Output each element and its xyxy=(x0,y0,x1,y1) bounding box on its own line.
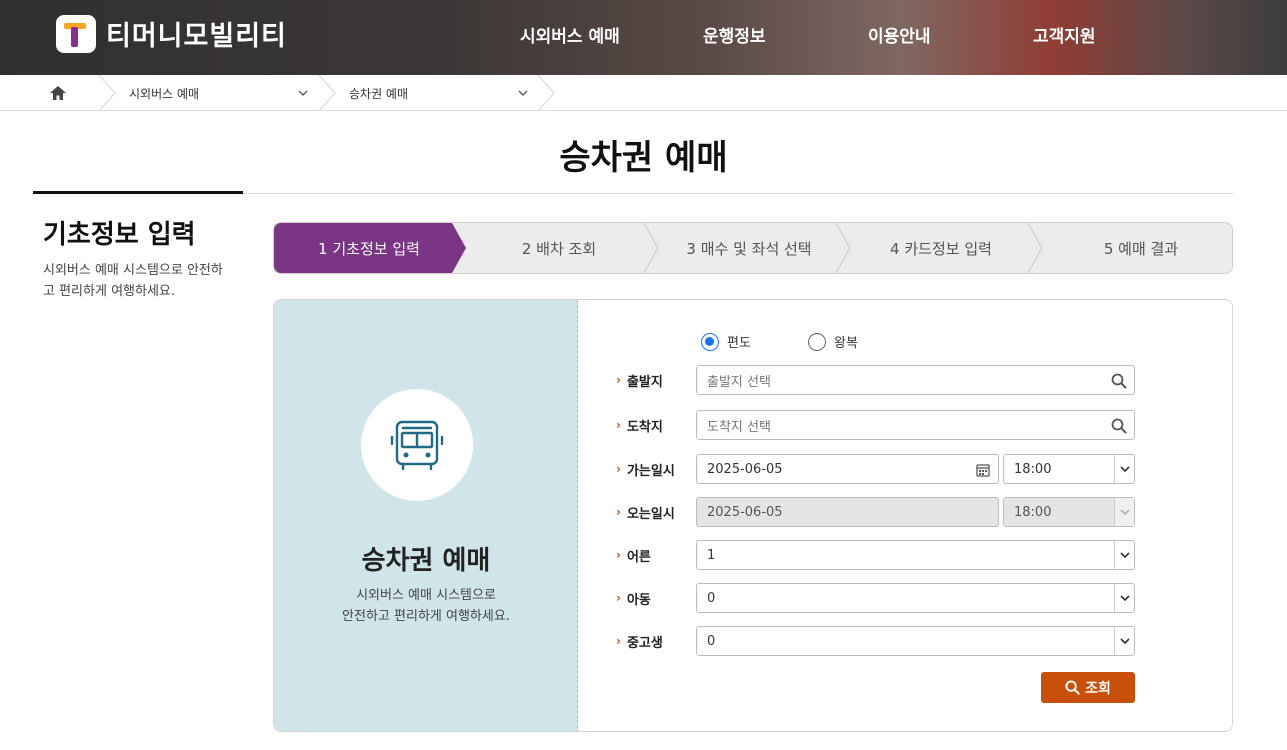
breadcrumb: 시외버스 예매 승차권 예매 xyxy=(0,75,1287,111)
site-header: 티머니모빌리티 시외버스 예매 운행정보 이용안내 고객지원 xyxy=(0,0,1287,75)
breadcrumb-label: 시외버스 예매 xyxy=(129,85,199,102)
radio-label: 왕복 xyxy=(834,332,858,351)
breadcrumb-item-intercity-bus[interactable]: 시외버스 예매 xyxy=(129,75,199,111)
search-icon[interactable] xyxy=(1111,418,1127,434)
chevron-down-icon[interactable] xyxy=(1114,627,1134,655)
chevron-down-icon xyxy=(1114,498,1134,526)
child-label: › 아동 xyxy=(616,583,651,613)
nav-operation-info[interactable]: 운행정보 xyxy=(703,22,766,47)
trip-type-one-way[interactable]: 편도 xyxy=(701,332,751,351)
arrow-right-icon: › xyxy=(616,373,621,387)
child-count-select[interactable]: 0 xyxy=(696,583,1135,613)
radio-one-way[interactable] xyxy=(701,333,719,351)
panel-description-line-2: 안전하고 편리하게 여행하세요. xyxy=(274,606,578,627)
chevron-down-icon[interactable] xyxy=(297,87,309,99)
title-divider-accent xyxy=(33,191,243,194)
return-date-input: 2025-06-05 xyxy=(696,497,999,527)
go-date-input[interactable]: 2025-06-05 xyxy=(696,454,999,484)
trip-type-round-trip[interactable]: 왕복 xyxy=(808,332,858,351)
breadcrumb-label: 승차권 예매 xyxy=(349,85,408,102)
go-date-label: › 가는일시 xyxy=(616,454,675,484)
step-booking-result: 5 예매 결과 xyxy=(1046,223,1233,273)
nav-customer-support[interactable]: 고객지원 xyxy=(1033,22,1096,47)
radio-label: 편도 xyxy=(727,332,751,351)
departure-input[interactable]: 출발지 선택 xyxy=(696,365,1135,395)
chevron-down-icon[interactable] xyxy=(517,87,529,99)
search-icon[interactable] xyxy=(1111,373,1127,389)
breadcrumb-item-ticket-booking[interactable]: 승차권 예매 xyxy=(349,75,408,111)
booking-form-panel: 승차권 예매 시외버스 예매 시스템으로 안전하고 편리하게 여행하세요. 편도… xyxy=(273,299,1233,732)
arrow-right-icon: › xyxy=(616,634,621,648)
breadcrumb-separator-icon xyxy=(318,75,336,111)
arrival-input[interactable]: 도착지 선택 xyxy=(696,410,1135,440)
return-date-label: › 오는일시 xyxy=(616,497,675,527)
nav-usage-guide[interactable]: 이용안내 xyxy=(868,22,931,47)
arrow-right-icon: › xyxy=(616,548,621,562)
step-seat-selection: 3 매수 및 좌석 선택 xyxy=(654,223,844,273)
arrow-right-icon: › xyxy=(616,418,621,432)
section-description: 시외버스 예매 시스템으로 안전하고 편리하게 여행하세요. xyxy=(43,260,233,302)
chevron-down-icon[interactable] xyxy=(1114,455,1134,483)
page-title: 승차권 예매 xyxy=(0,130,1287,179)
calendar-icon[interactable] xyxy=(975,462,991,478)
adult-label: › 어른 xyxy=(616,540,651,570)
student-count-select[interactable]: 0 xyxy=(696,626,1135,656)
arrow-right-icon: › xyxy=(616,591,621,605)
bus-icon-badge xyxy=(361,389,473,501)
panel-title: 승차권 예매 xyxy=(274,540,578,577)
chevron-down-icon[interactable] xyxy=(1114,584,1134,612)
panel-intro: 승차권 예매 시외버스 예매 시스템으로 안전하고 편리하게 여행하세요. xyxy=(274,300,578,732)
logo-text: 티머니모빌리티 xyxy=(106,14,287,53)
bus-icon xyxy=(389,417,445,473)
booking-steps: 1 기초정보 입력 2 배차 조회 3 매수 및 좌석 선택 4 카드정보 입력… xyxy=(273,222,1233,274)
logo[interactable]: 티머니모빌리티 xyxy=(56,14,287,53)
breadcrumb-separator-icon xyxy=(98,75,116,111)
chevron-down-icon[interactable] xyxy=(1114,541,1134,569)
tmoney-logo-icon xyxy=(56,15,96,53)
panel-description: 시외버스 예매 시스템으로 안전하고 편리하게 여행하세요. xyxy=(274,585,578,627)
search-button-label: 조회 xyxy=(1085,678,1111,698)
search-button[interactable]: 조회 xyxy=(1041,672,1135,703)
departure-label: › 출발지 xyxy=(616,365,663,395)
section-title: 기초정보 입력 xyxy=(43,214,196,251)
step-card-info: 4 카드정보 입력 xyxy=(846,223,1036,273)
go-time-select[interactable]: 18:00 xyxy=(1003,454,1135,484)
arrival-label: › 도착지 xyxy=(616,410,663,440)
breadcrumb-separator-icon xyxy=(537,75,555,111)
return-time-select: 18:00 xyxy=(1003,497,1135,527)
panel-description-line-1: 시외버스 예매 시스템으로 xyxy=(274,585,578,606)
adult-count-select[interactable]: 1 xyxy=(696,540,1135,570)
home-icon[interactable] xyxy=(48,84,68,102)
arrow-right-icon: › xyxy=(616,505,621,519)
step-dispatch-lookup: 2 배차 조회 xyxy=(464,223,654,273)
search-icon xyxy=(1065,680,1080,695)
student-label: › 중고생 xyxy=(616,626,663,656)
radio-round-trip[interactable] xyxy=(808,333,826,351)
nav-intercity-bus-booking[interactable]: 시외버스 예매 xyxy=(520,22,620,47)
step-basic-info: 1 기초정보 입력 xyxy=(274,223,464,273)
arrow-right-icon: › xyxy=(616,462,621,476)
